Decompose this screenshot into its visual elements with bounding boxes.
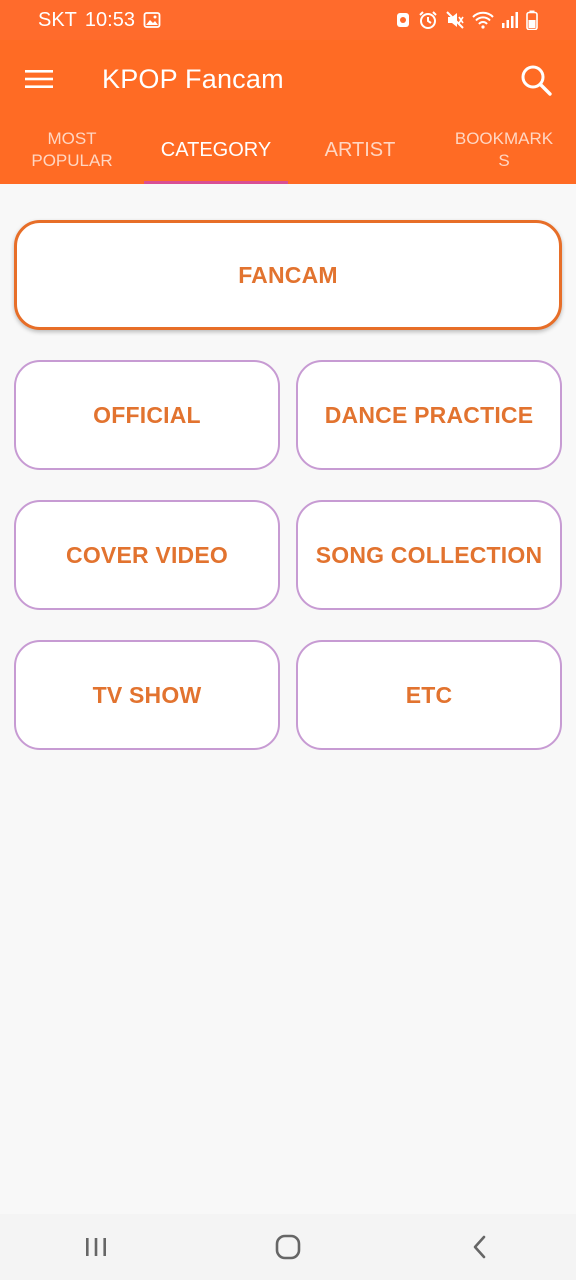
tab-bookmarks-label: BOOKMARKS: [454, 129, 554, 170]
tab-category[interactable]: CATEGORY: [144, 116, 288, 184]
category-etc-button[interactable]: ETC: [296, 640, 562, 750]
category-song-collection-button[interactable]: SONG COLLECTION: [296, 500, 562, 610]
tab-category-label: CATEGORY: [160, 139, 272, 161]
category-song-collection-label: SONG COLLECTION: [315, 541, 543, 568]
category-dance-practice-label: DANCE PRACTICE: [324, 401, 534, 428]
carrier-label: SKT: [38, 8, 77, 31]
status-right: [395, 10, 538, 30]
category-cover-video-label: COVER VIDEO: [66, 541, 228, 568]
category-tv-show-button[interactable]: TV SHOW: [14, 640, 280, 750]
tab-most-popular[interactable]: MOST POPULAR: [0, 116, 144, 184]
back-icon[interactable]: [450, 1227, 510, 1267]
wifi-icon: [472, 11, 494, 29]
clock-label: 10:53: [84, 8, 135, 31]
battery-icon: [526, 10, 538, 30]
tab-bookmarks[interactable]: BOOKMARKS: [432, 116, 576, 184]
signal-icon: [501, 11, 519, 29]
home-icon[interactable]: [258, 1227, 318, 1267]
status-bar: SKT 10:53: [0, 0, 576, 40]
category-fancam-label: FANCAM: [238, 261, 338, 288]
app-bar: KPOP Fancam: [0, 40, 576, 116]
tab-artist-label: ARTIST: [324, 139, 396, 161]
category-grid: FANCAM OFFICIAL DANCE PRACTICE COVER VID…: [0, 184, 576, 1214]
category-etc-label: ETC: [405, 681, 453, 708]
status-left: SKT 10:53: [38, 9, 161, 32]
mute-icon: [445, 10, 465, 30]
recent-apps-icon[interactable]: [66, 1227, 126, 1267]
category-official-label: OFFICIAL: [93, 401, 201, 428]
category-cover-video-button[interactable]: COVER VIDEO: [14, 500, 280, 610]
tab-most-popular-label: MOST POPULAR: [31, 129, 113, 170]
search-icon[interactable]: [516, 60, 556, 100]
tab-bar: MOST POPULAR CATEGORY ARTIST BOOKMARKS: [0, 116, 576, 184]
tab-artist[interactable]: ARTIST: [288, 116, 432, 184]
system-nav-bar: [0, 1214, 576, 1280]
image-icon: [143, 11, 161, 29]
category-fancam-button[interactable]: FANCAM: [14, 220, 562, 330]
category-official-button[interactable]: OFFICIAL: [14, 360, 280, 470]
category-tv-show-label: TV SHOW: [92, 681, 202, 708]
category-dance-practice-button[interactable]: DANCE PRACTICE: [296, 360, 562, 470]
alarm-icon: [418, 10, 438, 30]
hamburger-menu-icon[interactable]: [22, 62, 56, 96]
app-title: KPOP Fancam: [102, 64, 284, 94]
screen-record-icon: [395, 11, 411, 29]
